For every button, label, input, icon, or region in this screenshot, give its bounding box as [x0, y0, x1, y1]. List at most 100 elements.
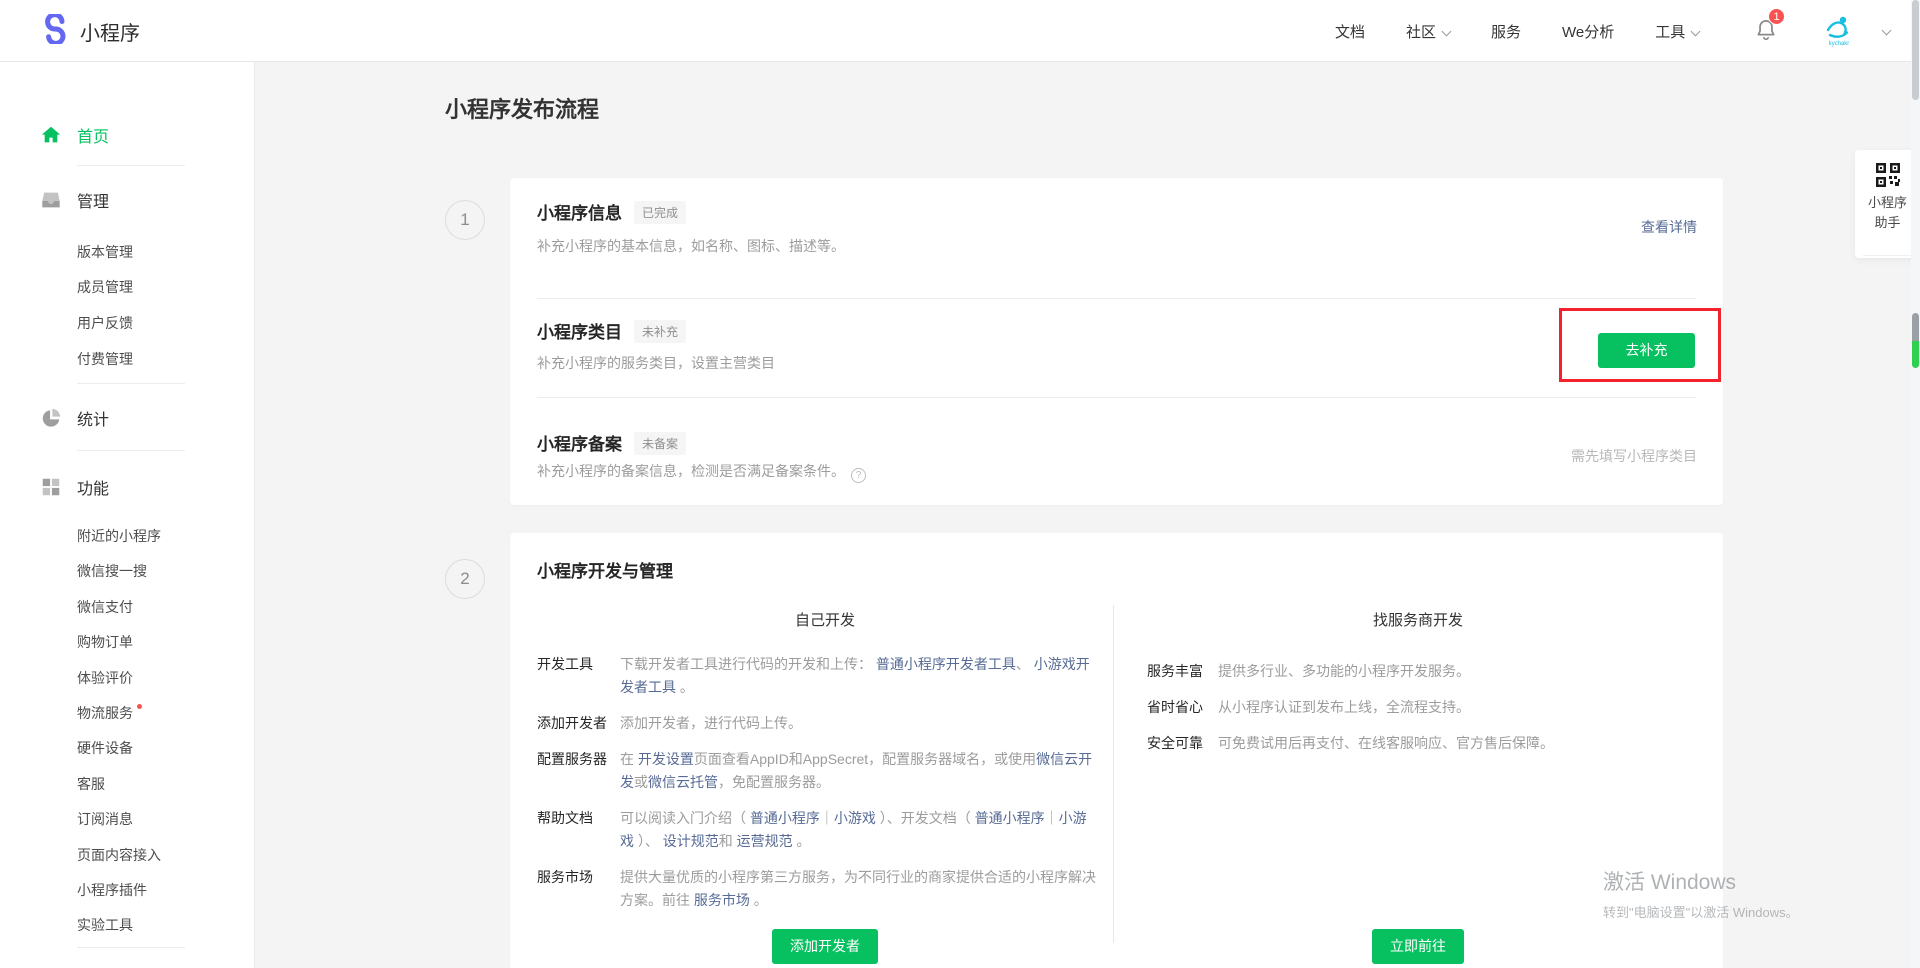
status-badge-completed: 已完成: [634, 201, 686, 224]
publish-steps-card: 小程序信息已完成 补充小程序的基本信息，如名称、图标、描述等。 查看详情 小程序…: [510, 178, 1723, 505]
statistics-icon: [40, 407, 62, 429]
sidebar-item-user-feedback[interactable]: 用户反馈: [77, 313, 133, 333]
new-dot: [137, 704, 142, 709]
sidebar-item-payment-management[interactable]: 付费管理: [77, 349, 133, 369]
inline-link[interactable]: 普通小程序: [750, 810, 820, 826]
miniprogram-logo-icon: [40, 14, 70, 49]
dev-row-service-market: 服务市场 提供大量优质的小程序第三方服务，为不同行业的商家提供合适的小程序解决方…: [537, 866, 1097, 912]
sidebar-item-customer-service[interactable]: 客服: [77, 774, 105, 794]
account-chevron-down-icon[interactable]: [1882, 26, 1892, 36]
avatar-caption: kychakr: [1823, 41, 1855, 47]
self-dev-header: 自己开发: [537, 609, 1113, 630]
dev-row-configure-server: 配置服务器 在 开发设置页面查看AppID和AppSecret，配置服务器域名，…: [537, 748, 1097, 794]
sidebar-item-experimental-tools[interactable]: 实验工具: [77, 915, 133, 935]
inline-link[interactable]: 设计规范: [663, 833, 719, 849]
avatar-art: [1821, 13, 1857, 39]
vendor-row-rich-services: 服务丰富 提供多行业、多功能的小程序开发服务。: [1147, 660, 1707, 683]
avatar[interactable]: kychakr: [1820, 13, 1858, 51]
scrollbar-track[interactable]: [1911, 0, 1920, 968]
step-2-number: 2: [445, 559, 485, 599]
sidebar-item-version-management[interactable]: 版本管理: [77, 242, 133, 262]
page-title: 小程序发布流程: [445, 92, 599, 124]
add-developer-button[interactable]: 添加开发者: [772, 929, 878, 964]
topbar: 小程序 文档 社区 服务 We分析 工具 1 kychakr: [0, 0, 1920, 62]
inline-link[interactable]: 普通小程序开发者工具: [876, 656, 1016, 672]
vendor-row-safe-reliable: 安全可靠 可免费试用后再支付、在线客服响应、官方售后保障。: [1147, 732, 1707, 755]
nav-services[interactable]: 服务: [1491, 21, 1521, 42]
vendor-dev-header: 找服务商开发: [1113, 609, 1723, 630]
row-divider: [537, 298, 1696, 299]
sidebar-item-nearby-miniprograms[interactable]: 附近的小程序: [77, 526, 161, 546]
notification-bell[interactable]: 1: [1753, 16, 1783, 46]
vendor-dev-action: 立即前往: [1113, 929, 1723, 964]
development-card: 小程序开发与管理 自己开发 找服务商开发 开发工具 下载开发者工具进行代码的开发…: [510, 533, 1723, 968]
sidebar-item-features[interactable]: 功能: [77, 475, 109, 499]
row-title-miniprogram-category: 小程序类目未补充: [537, 318, 686, 343]
sidebar-item-hardware-devices[interactable]: 硬件设备: [77, 738, 133, 758]
dev-row-help-docs: 帮助文档 可以阅读入门介绍（ 普通小程序｜小游戏 ）、开发文档（ 普通小程序｜小…: [537, 807, 1097, 853]
scroll-indicator-green: [1912, 341, 1919, 368]
sidebar-divider: [77, 947, 185, 948]
column-divider: [1113, 605, 1114, 943]
go-now-button[interactable]: 立即前往: [1372, 929, 1464, 964]
inline-link[interactable]: 运营规范: [737, 833, 793, 849]
notification-badge: 1: [1768, 8, 1785, 25]
nav-community[interactable]: 社区: [1406, 21, 1450, 42]
filing-prerequisite-note: 需先填写小程序类目: [1571, 446, 1697, 466]
inline-link[interactable]: 开发设置: [638, 751, 694, 767]
sidebar-divider: [77, 165, 185, 166]
inline-link[interactable]: 普通小程序: [975, 810, 1045, 826]
app-root: 小程序 文档 社区 服务 We分析 工具 1 kychakr: [0, 0, 1920, 968]
nav-tools[interactable]: 工具: [1655, 21, 1699, 42]
sidebar-item-miniprogram-plugins[interactable]: 小程序插件: [77, 880, 147, 900]
sidebar: 首页 管理 版本管理 成员管理 用户反馈 付费管理 统计: [0, 62, 255, 968]
chevron-down-icon: [1691, 26, 1701, 36]
row-desc-miniprogram-category: 补充小程序的服务类目，设置主营类目: [537, 353, 775, 373]
sidebar-item-member-management[interactable]: 成员管理: [77, 277, 133, 297]
scroll-indicator-gray: [1912, 313, 1919, 341]
scroll-progress-indicator[interactable]: [1912, 313, 1919, 368]
status-badge-not-filled: 未补充: [634, 320, 686, 343]
dev-row-add-developer: 添加开发者 添加开发者，进行代码上传。: [537, 712, 1097, 735]
inline-link[interactable]: 微信云托管: [648, 774, 718, 790]
sidebar-item-subscription-messages[interactable]: 订阅消息: [77, 809, 133, 829]
chevron-down-icon: [1442, 26, 1452, 36]
management-icon: [40, 189, 62, 211]
logo-text: 小程序: [80, 17, 140, 46]
sidebar-item-management[interactable]: 管理: [77, 188, 109, 212]
dev-row-tools: 开发工具 下载开发者工具进行代码的开发和上传： 普通小程序开发者工具、 小游戏开…: [537, 653, 1097, 699]
status-badge-not-filed: 未备案: [634, 432, 686, 455]
app-logo[interactable]: 小程序: [40, 14, 140, 49]
panel-divider: [1863, 255, 1912, 256]
scrollbar-thumb[interactable]: [1912, 0, 1919, 100]
nav-docs[interactable]: 文档: [1335, 21, 1365, 42]
sidebar-item-logistics-service[interactable]: 物流服务: [77, 703, 142, 723]
sidebar-item-shopping-orders[interactable]: 购物订单: [77, 632, 133, 652]
sidebar-item-statistics[interactable]: 统计: [77, 406, 109, 430]
sidebar-item-page-content-access[interactable]: 页面内容接入: [77, 845, 161, 865]
sidebar-item-wechat-search[interactable]: 微信搜一搜: [77, 561, 147, 581]
vendor-row-time-saving: 省时省心 从小程序认证到发布上线，全流程支持。: [1147, 696, 1707, 719]
row-desc-miniprogram-filing: 补充小程序的备案信息，检测是否满足备案条件。?: [537, 461, 866, 483]
row-divider: [537, 397, 1696, 398]
sidebar-divider: [77, 383, 185, 384]
bell-icon: [1753, 29, 1779, 46]
sidebar-item-experience-rating[interactable]: 体验评价: [77, 668, 133, 688]
sidebar-divider: [77, 450, 185, 451]
help-icon[interactable]: ?: [851, 468, 866, 483]
top-nav: 文档 社区 服务 We分析 工具: [1335, 0, 1699, 62]
nav-we-analytics[interactable]: We分析: [1562, 21, 1614, 42]
vendor-dev-rows: 服务丰富 提供多行业、多功能的小程序开发服务。 省时省心 从小程序认证到发布上线…: [1147, 660, 1707, 768]
home-icon: [40, 124, 62, 146]
inline-link[interactable]: 服务市场: [694, 892, 750, 908]
go-fill-category-button[interactable]: 去补充: [1598, 333, 1695, 368]
sidebar-item-wechat-pay[interactable]: 微信支付: [77, 597, 133, 617]
view-details-link[interactable]: 查看详情: [1641, 217, 1697, 237]
features-icon: [40, 476, 62, 498]
row-title-miniprogram-filing: 小程序备案未备案: [537, 430, 686, 455]
step-1-number: 1: [445, 200, 485, 240]
self-dev-rows: 开发工具 下载开发者工具进行代码的开发和上传： 普通小程序开发者工具、 小游戏开…: [537, 653, 1097, 925]
inline-link[interactable]: 小游戏: [834, 810, 876, 826]
sidebar-item-home[interactable]: 首页: [77, 123, 109, 147]
row-title-miniprogram-info: 小程序信息已完成: [537, 199, 686, 224]
